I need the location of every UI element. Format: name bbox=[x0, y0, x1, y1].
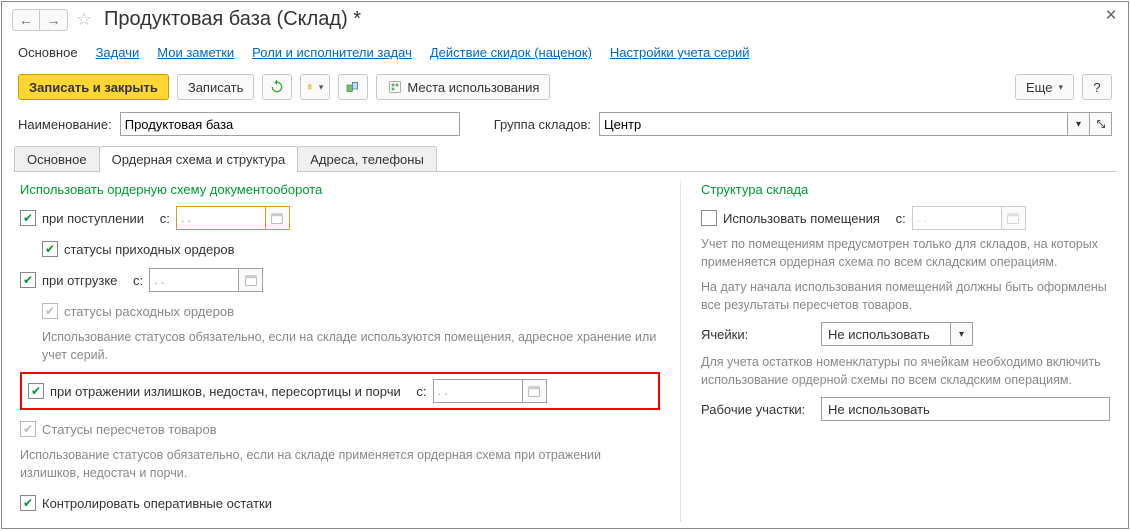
name-input[interactable] bbox=[120, 112, 460, 136]
tab-main[interactable]: Основное bbox=[14, 146, 100, 172]
nav-link-notes[interactable]: Мои заметки bbox=[157, 45, 234, 60]
right-section-title: Структура склада bbox=[701, 182, 1110, 197]
calendar-icon bbox=[527, 384, 541, 398]
save-and-close-button[interactable]: Записать и закрыть bbox=[18, 74, 169, 100]
related-button[interactable] bbox=[338, 74, 368, 100]
reports-button[interactable]: ▾ bbox=[300, 74, 330, 100]
receipt-date-picker[interactable] bbox=[266, 206, 290, 230]
label-control-balances: Контролировать оперативные остатки bbox=[42, 496, 272, 511]
favorite-star-icon[interactable]: ☆ bbox=[74, 10, 94, 30]
label-receipt-statuses: статусы приходных ордеров bbox=[64, 242, 235, 257]
group-open-button[interactable] bbox=[1090, 112, 1112, 136]
name-label: Наименование: bbox=[18, 117, 112, 132]
shipment-date-picker[interactable] bbox=[239, 268, 263, 292]
hint-recount: Использование статусов обязательно, если… bbox=[20, 447, 660, 482]
section-nav: Основное Задачи Мои заметки Роли и испол… bbox=[2, 35, 1128, 68]
receipt-date-input[interactable]: . . bbox=[176, 206, 266, 230]
group-label: Группа складов: bbox=[494, 117, 591, 132]
areas-select[interactable]: Не использовать bbox=[821, 397, 1110, 421]
label-on-surplus: при отражении излишков, недостач, пересо… bbox=[50, 384, 401, 399]
hint-statuses: Использование статусов обязательно, если… bbox=[42, 329, 660, 364]
nav-link-discounts[interactable]: Действие скидок (наценок) bbox=[430, 45, 592, 60]
checkbox-on-receipt[interactable]: ✔ bbox=[20, 210, 36, 226]
nav-forward-button[interactable]: → bbox=[40, 9, 68, 31]
cells-select[interactable]: Не использовать bbox=[821, 322, 951, 346]
label-recount-statuses: Статусы пересчетов товаров bbox=[42, 422, 217, 437]
left-section-title: Использовать ордерную схему документообо… bbox=[20, 182, 660, 197]
more-button[interactable]: Еще▾ bbox=[1015, 74, 1074, 100]
hint-cells: Для учета остатков номенклатуры по ячейк… bbox=[701, 354, 1110, 389]
group-dropdown-button[interactable]: ▾ bbox=[1068, 112, 1090, 136]
usage-button[interactable]: Места использования bbox=[376, 74, 550, 100]
save-button[interactable]: Записать bbox=[177, 74, 255, 100]
link-docs-icon bbox=[345, 79, 361, 95]
open-external-icon bbox=[1095, 118, 1107, 130]
cells-label: Ячейки: bbox=[701, 327, 811, 342]
nav-back-button[interactable]: ← bbox=[12, 9, 40, 31]
calendar-icon bbox=[1006, 211, 1020, 225]
nav-link-main[interactable]: Основное bbox=[18, 45, 78, 60]
hint-rooms-1: Учет по помещениям предусмотрен только д… bbox=[701, 236, 1110, 271]
help-button[interactable]: ? bbox=[1082, 74, 1112, 100]
group-input[interactable] bbox=[599, 112, 1068, 136]
label-on-receipt: при поступлении bbox=[42, 211, 144, 226]
hint-rooms-2: На дату начала использования помещений д… bbox=[701, 279, 1110, 314]
checkbox-shipment-statuses: ✔ bbox=[42, 303, 58, 319]
refresh-button[interactable] bbox=[262, 74, 292, 100]
checkbox-on-shipment[interactable]: ✔ bbox=[20, 272, 36, 288]
checkbox-receipt-statuses[interactable]: ✔ bbox=[42, 241, 58, 257]
checkbox-recount-statuses: ✔ bbox=[20, 421, 36, 437]
label-on-shipment: при отгрузке bbox=[42, 273, 117, 288]
shipment-date-input[interactable]: . . bbox=[149, 268, 239, 292]
nav-link-series[interactable]: Настройки учета серий bbox=[610, 45, 750, 60]
rooms-date-input: . . bbox=[912, 206, 1002, 230]
tab-addresses[interactable]: Адреса, телефоны bbox=[297, 146, 437, 172]
surplus-date-picker[interactable] bbox=[523, 379, 547, 403]
calendar-icon bbox=[244, 273, 258, 287]
checkbox-use-rooms[interactable]: ✔ bbox=[701, 210, 717, 226]
close-button[interactable]: ✕ bbox=[1102, 6, 1120, 24]
surplus-row-highlight: ✔ при отражении излишков, недостач, пере… bbox=[20, 372, 660, 410]
calendar-icon bbox=[270, 211, 284, 225]
refresh-icon bbox=[269, 79, 285, 95]
cells-select-caret[interactable]: ▾ bbox=[951, 322, 973, 346]
checkbox-on-surplus[interactable]: ✔ bbox=[28, 383, 44, 399]
rooms-date-picker bbox=[1002, 206, 1026, 230]
usage-icon bbox=[387, 79, 403, 95]
clipboard-icon bbox=[307, 79, 312, 95]
window-title: Продуктовая база (Склад) * bbox=[104, 8, 361, 31]
label-shipment-statuses: статусы расходных ордеров bbox=[64, 304, 234, 319]
nav-link-tasks[interactable]: Задачи bbox=[96, 45, 140, 60]
surplus-date-input[interactable]: . . bbox=[433, 379, 523, 403]
tab-order-scheme[interactable]: Ордерная схема и структура bbox=[99, 146, 299, 172]
areas-label: Рабочие участки: bbox=[701, 402, 811, 417]
checkbox-control-balances[interactable]: ✔ bbox=[20, 495, 36, 511]
label-use-rooms: Использовать помещения bbox=[723, 211, 880, 226]
nav-link-roles[interactable]: Роли и исполнители задач bbox=[252, 45, 412, 60]
